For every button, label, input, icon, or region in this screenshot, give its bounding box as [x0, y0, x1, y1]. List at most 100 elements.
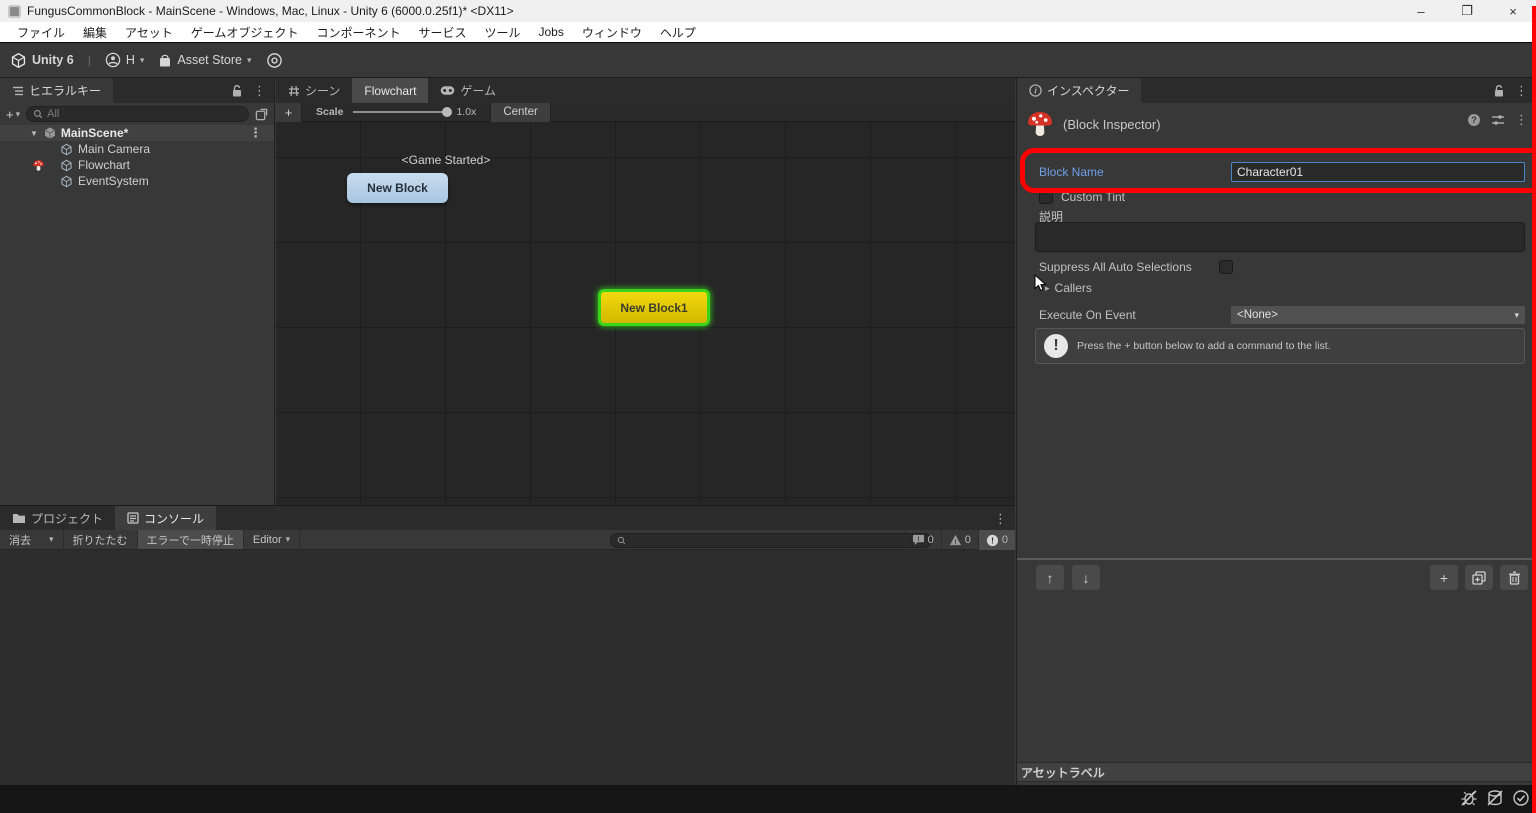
unity-logo-icon: [10, 52, 27, 69]
console-clear-button[interactable]: 消去: [0, 530, 40, 549]
center-button[interactable]: Center: [490, 103, 551, 122]
tab-console[interactable]: コンソール: [115, 506, 216, 530]
menu-jobs[interactable]: Jobs: [530, 25, 573, 39]
inspector-menu-icon[interactable]: ⋮: [1515, 83, 1528, 99]
tab-flowchart[interactable]: Flowchart: [352, 78, 428, 103]
hierarchy-row-scene[interactable]: ▼ MainScene* ⋮: [0, 125, 274, 141]
duplicate-command-button[interactable]: [1465, 565, 1493, 590]
move-up-button[interactable]: ↑: [1036, 565, 1064, 590]
menu-component[interactable]: コンポーネント: [307, 24, 409, 41]
lock-icon[interactable]: [1493, 84, 1505, 98]
callers-foldout[interactable]: ▸ Callers: [1045, 281, 1092, 295]
hierarchy-row-main-camera[interactable]: Main Camera: [0, 141, 274, 157]
asset-store-dropdown[interactable]: Asset Store ▾: [158, 53, 251, 68]
unity-hub-icon[interactable]: [266, 52, 283, 69]
asset-labels-bar[interactable]: アセットラベル: [1017, 762, 1536, 782]
tab-project-label: プロジェクト: [31, 510, 103, 527]
debugger-disabled-icon[interactable]: [1460, 789, 1478, 807]
minimize-button[interactable]: –: [1398, 0, 1444, 22]
foldout-expanded-icon[interactable]: ▼: [30, 129, 38, 138]
scale-slider[interactable]: [353, 111, 448, 113]
console-error-toggle[interactable]: ! 0: [978, 530, 1015, 550]
scene-picker-icon[interactable]: [255, 108, 268, 121]
scene-name: MainScene*: [61, 126, 128, 140]
cache-server-disabled-icon[interactable]: [1486, 789, 1504, 807]
hierarchy-search[interactable]: [26, 106, 249, 122]
toolbar-separator: |: [88, 53, 91, 67]
svg-text:!: !: [991, 535, 994, 545]
fungus-mushroom-icon: [32, 159, 45, 172]
menu-gameobject[interactable]: ゲームオブジェクト: [182, 24, 308, 41]
tab-project[interactable]: プロジェクト: [0, 506, 115, 530]
scale-slider-knob[interactable]: [442, 107, 452, 117]
console-clear-dropdown[interactable]: ▾: [40, 530, 64, 549]
close-button[interactable]: ×: [1490, 0, 1536, 22]
delete-command-button[interactable]: [1500, 565, 1528, 590]
description-textarea[interactable]: [1035, 222, 1525, 252]
duplicate-icon: [1472, 571, 1486, 585]
tab-hierarchy[interactable]: ヒエラルキー: [0, 78, 113, 103]
console-search-input[interactable]: [630, 535, 925, 546]
console-warning-toggle[interactable]: ! 0: [941, 530, 978, 550]
presets-icon[interactable]: [1491, 114, 1505, 126]
hierarchy-search-input[interactable]: [47, 108, 242, 120]
gameobject-cube-icon: [60, 159, 73, 172]
help-icon[interactable]: ?: [1467, 113, 1481, 127]
menu-tools[interactable]: ツール: [475, 24, 529, 41]
callers-label: Callers: [1055, 281, 1092, 295]
menu-services[interactable]: サービス: [409, 24, 475, 41]
add-block-button[interactable]: +: [276, 103, 302, 122]
block-inspector-title: (Block Inspector): [1063, 117, 1161, 132]
custom-tint-checkbox[interactable]: [1039, 190, 1053, 204]
hierarchy-row-eventsystem[interactable]: EventSystem: [0, 173, 274, 189]
tab-scene-label: シーン: [305, 82, 340, 99]
flowchart-block-new-block1-selected[interactable]: New Block1: [598, 289, 710, 326]
console-log-area[interactable]: [0, 550, 1015, 786]
info-circle-icon: i: [1029, 84, 1042, 97]
console-collapse-button[interactable]: 折りたたむ: [64, 530, 138, 549]
chevron-down-icon: ▾: [49, 534, 54, 545]
console-info-toggle[interactable]: ! 0: [904, 530, 941, 550]
add-command-button[interactable]: +: [1430, 565, 1458, 590]
app-icon: [8, 5, 21, 18]
menu-file[interactable]: ファイル: [8, 24, 74, 41]
block-event-label: <Game Started>: [336, 153, 556, 167]
menu-assets[interactable]: アセット: [116, 24, 182, 41]
hierarchy-panel: ヒエラルキー ⋮ + ▾ ▼ MainScene* ⋮: [0, 78, 275, 505]
tab-inspector[interactable]: i インスペクター: [1017, 78, 1141, 103]
unity-editor-window: FungusCommonBlock - MainScene - Windows,…: [0, 0, 1536, 813]
chevron-down-icon: ▾: [1514, 310, 1519, 321]
tab-flowchart-label: Flowchart: [364, 84, 416, 98]
console-editor-dropdown[interactable]: Editor ▾: [244, 530, 300, 549]
gameobject-label: Flowchart: [78, 158, 130, 172]
maximize-button[interactable]: ❐: [1444, 0, 1490, 22]
console-error-pause-button[interactable]: エラーで一時停止: [138, 530, 244, 549]
status-check-icon[interactable]: [1512, 789, 1530, 807]
suppress-checkbox[interactable]: [1219, 260, 1233, 274]
console-search[interactable]: [610, 533, 932, 548]
lock-icon[interactable]: [231, 84, 243, 98]
scene-menu-icon[interactable]: ⋮: [249, 125, 262, 141]
menu-edit[interactable]: 編集: [74, 24, 116, 41]
hierarchy-row-flowchart[interactable]: Flowchart: [0, 157, 274, 173]
hierarchy-menu-icon[interactable]: ⋮: [253, 83, 266, 99]
tab-game[interactable]: ゲーム: [428, 78, 508, 103]
tab-console-label: コンソール: [144, 510, 204, 527]
tab-scene[interactable]: シーン: [276, 78, 352, 103]
component-menu-icon[interactable]: ⋮: [1515, 112, 1528, 128]
flowchart-block-new-block[interactable]: New Block: [347, 173, 448, 203]
unity-version-button[interactable]: Unity 6: [10, 52, 74, 69]
execute-on-event-dropdown[interactable]: <None> ▾: [1231, 306, 1525, 324]
menu-window[interactable]: ウィンドウ: [573, 24, 651, 41]
svg-text:i: i: [1034, 86, 1037, 96]
menu-bar: ファイル 編集 アセット ゲームオブジェクト コンポーネント サービス ツール …: [0, 22, 1536, 43]
console-menu-icon[interactable]: ⋮: [994, 511, 1007, 527]
move-down-button[interactable]: ↓: [1072, 565, 1100, 590]
menu-help[interactable]: ヘルプ: [651, 24, 705, 41]
scene-grid-icon: [288, 85, 300, 97]
block-name-input[interactable]: [1231, 162, 1525, 182]
flowchart-canvas[interactable]: <Game Started> New Block New Block1: [276, 122, 1015, 505]
account-dropdown[interactable]: H ▾: [105, 52, 145, 68]
hierarchy-add-button[interactable]: + ▾: [6, 107, 20, 122]
command-help-box: ! Press the + button below to add a comm…: [1035, 328, 1525, 364]
